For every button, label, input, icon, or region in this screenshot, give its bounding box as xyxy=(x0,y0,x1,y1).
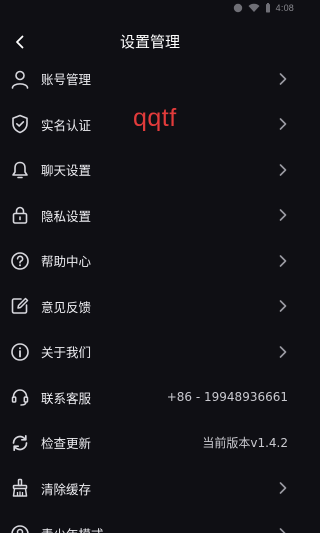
chevron-right-icon xyxy=(278,527,288,533)
settings-row-feedback[interactable]: 意见反馈 xyxy=(0,284,300,330)
person-icon xyxy=(10,69,30,89)
wifi-icon xyxy=(248,3,260,13)
chevron-right-icon xyxy=(278,163,288,177)
help-circle-icon xyxy=(10,251,30,271)
chevron-right-icon xyxy=(278,208,288,222)
settings-row-teen-mode[interactable]: 青少年模式 xyxy=(0,511,300,533)
chevron-right-icon xyxy=(278,254,288,268)
status-bar: 4:08 xyxy=(0,0,300,22)
battery-icon xyxy=(265,3,271,13)
settings-row-label: 意见反馈 xyxy=(41,299,92,315)
notification-icon xyxy=(233,3,243,13)
settings-row-account[interactable]: 账号管理 xyxy=(0,56,300,102)
current-version-text: 当前版本v1.4.2 xyxy=(202,436,288,451)
settings-row-label: 账号管理 xyxy=(41,72,92,88)
teen-mode-icon xyxy=(10,524,30,533)
settings-row-label: 联系客服 xyxy=(41,390,92,406)
page-title: 设置管理 xyxy=(119,33,180,51)
settings-row-privacy[interactable]: 隐私设置 xyxy=(0,193,300,239)
settings-list: 账号管理 实名认证 聊天设置 隐私设置 帮助中心 意见反馈 关于我们 联系客服 … xyxy=(0,56,300,533)
headset-icon xyxy=(10,387,30,407)
header: 设置管理 xyxy=(0,22,300,58)
settings-row-chat[interactable]: 聊天设置 xyxy=(0,147,300,193)
shield-check-icon xyxy=(10,114,30,134)
chevron-right-icon xyxy=(278,481,288,495)
chevron-right-icon xyxy=(278,72,288,86)
settings-row-label: 青少年模式 xyxy=(41,524,104,533)
lock-icon xyxy=(10,205,30,225)
settings-row-label: 帮助中心 xyxy=(41,254,92,270)
settings-row-label: 检查更新 xyxy=(41,436,92,452)
info-circle-icon xyxy=(10,342,30,362)
service-phone-number: +86 - 19948936661 xyxy=(166,390,288,405)
refresh-icon xyxy=(10,433,30,453)
broom-icon xyxy=(10,478,30,498)
chevron-right-icon xyxy=(278,299,288,313)
status-icons: 4:08 xyxy=(233,3,294,13)
settings-row-label: 隐私设置 xyxy=(41,208,92,224)
edit-note-icon xyxy=(10,296,30,316)
settings-screen: 4:08 设置管理 qqtf 账号管理 实名认证 聊天设置 隐私设置 帮助中心 … xyxy=(0,0,300,533)
settings-row-label: 清除缓存 xyxy=(41,481,92,497)
status-time: 4:08 xyxy=(275,3,294,13)
chevron-right-icon xyxy=(278,117,288,131)
settings-row-clear-cache[interactable]: 清除缓存 xyxy=(0,466,300,512)
bell-icon xyxy=(10,160,30,180)
settings-row-help[interactable]: 帮助中心 xyxy=(0,238,300,284)
chevron-right-icon xyxy=(278,345,288,359)
settings-row-real-name[interactable]: 实名认证 xyxy=(0,102,300,148)
settings-row-customer-service[interactable]: 联系客服 +86 - 19948936661 xyxy=(0,375,300,421)
settings-row-label: 聊天设置 xyxy=(41,163,92,179)
settings-row-check-update[interactable]: 检查更新 当前版本v1.4.2 xyxy=(0,420,300,466)
settings-row-label: 实名认证 xyxy=(41,117,92,133)
settings-row-label: 关于我们 xyxy=(41,345,92,361)
settings-row-about[interactable]: 关于我们 xyxy=(0,329,300,375)
